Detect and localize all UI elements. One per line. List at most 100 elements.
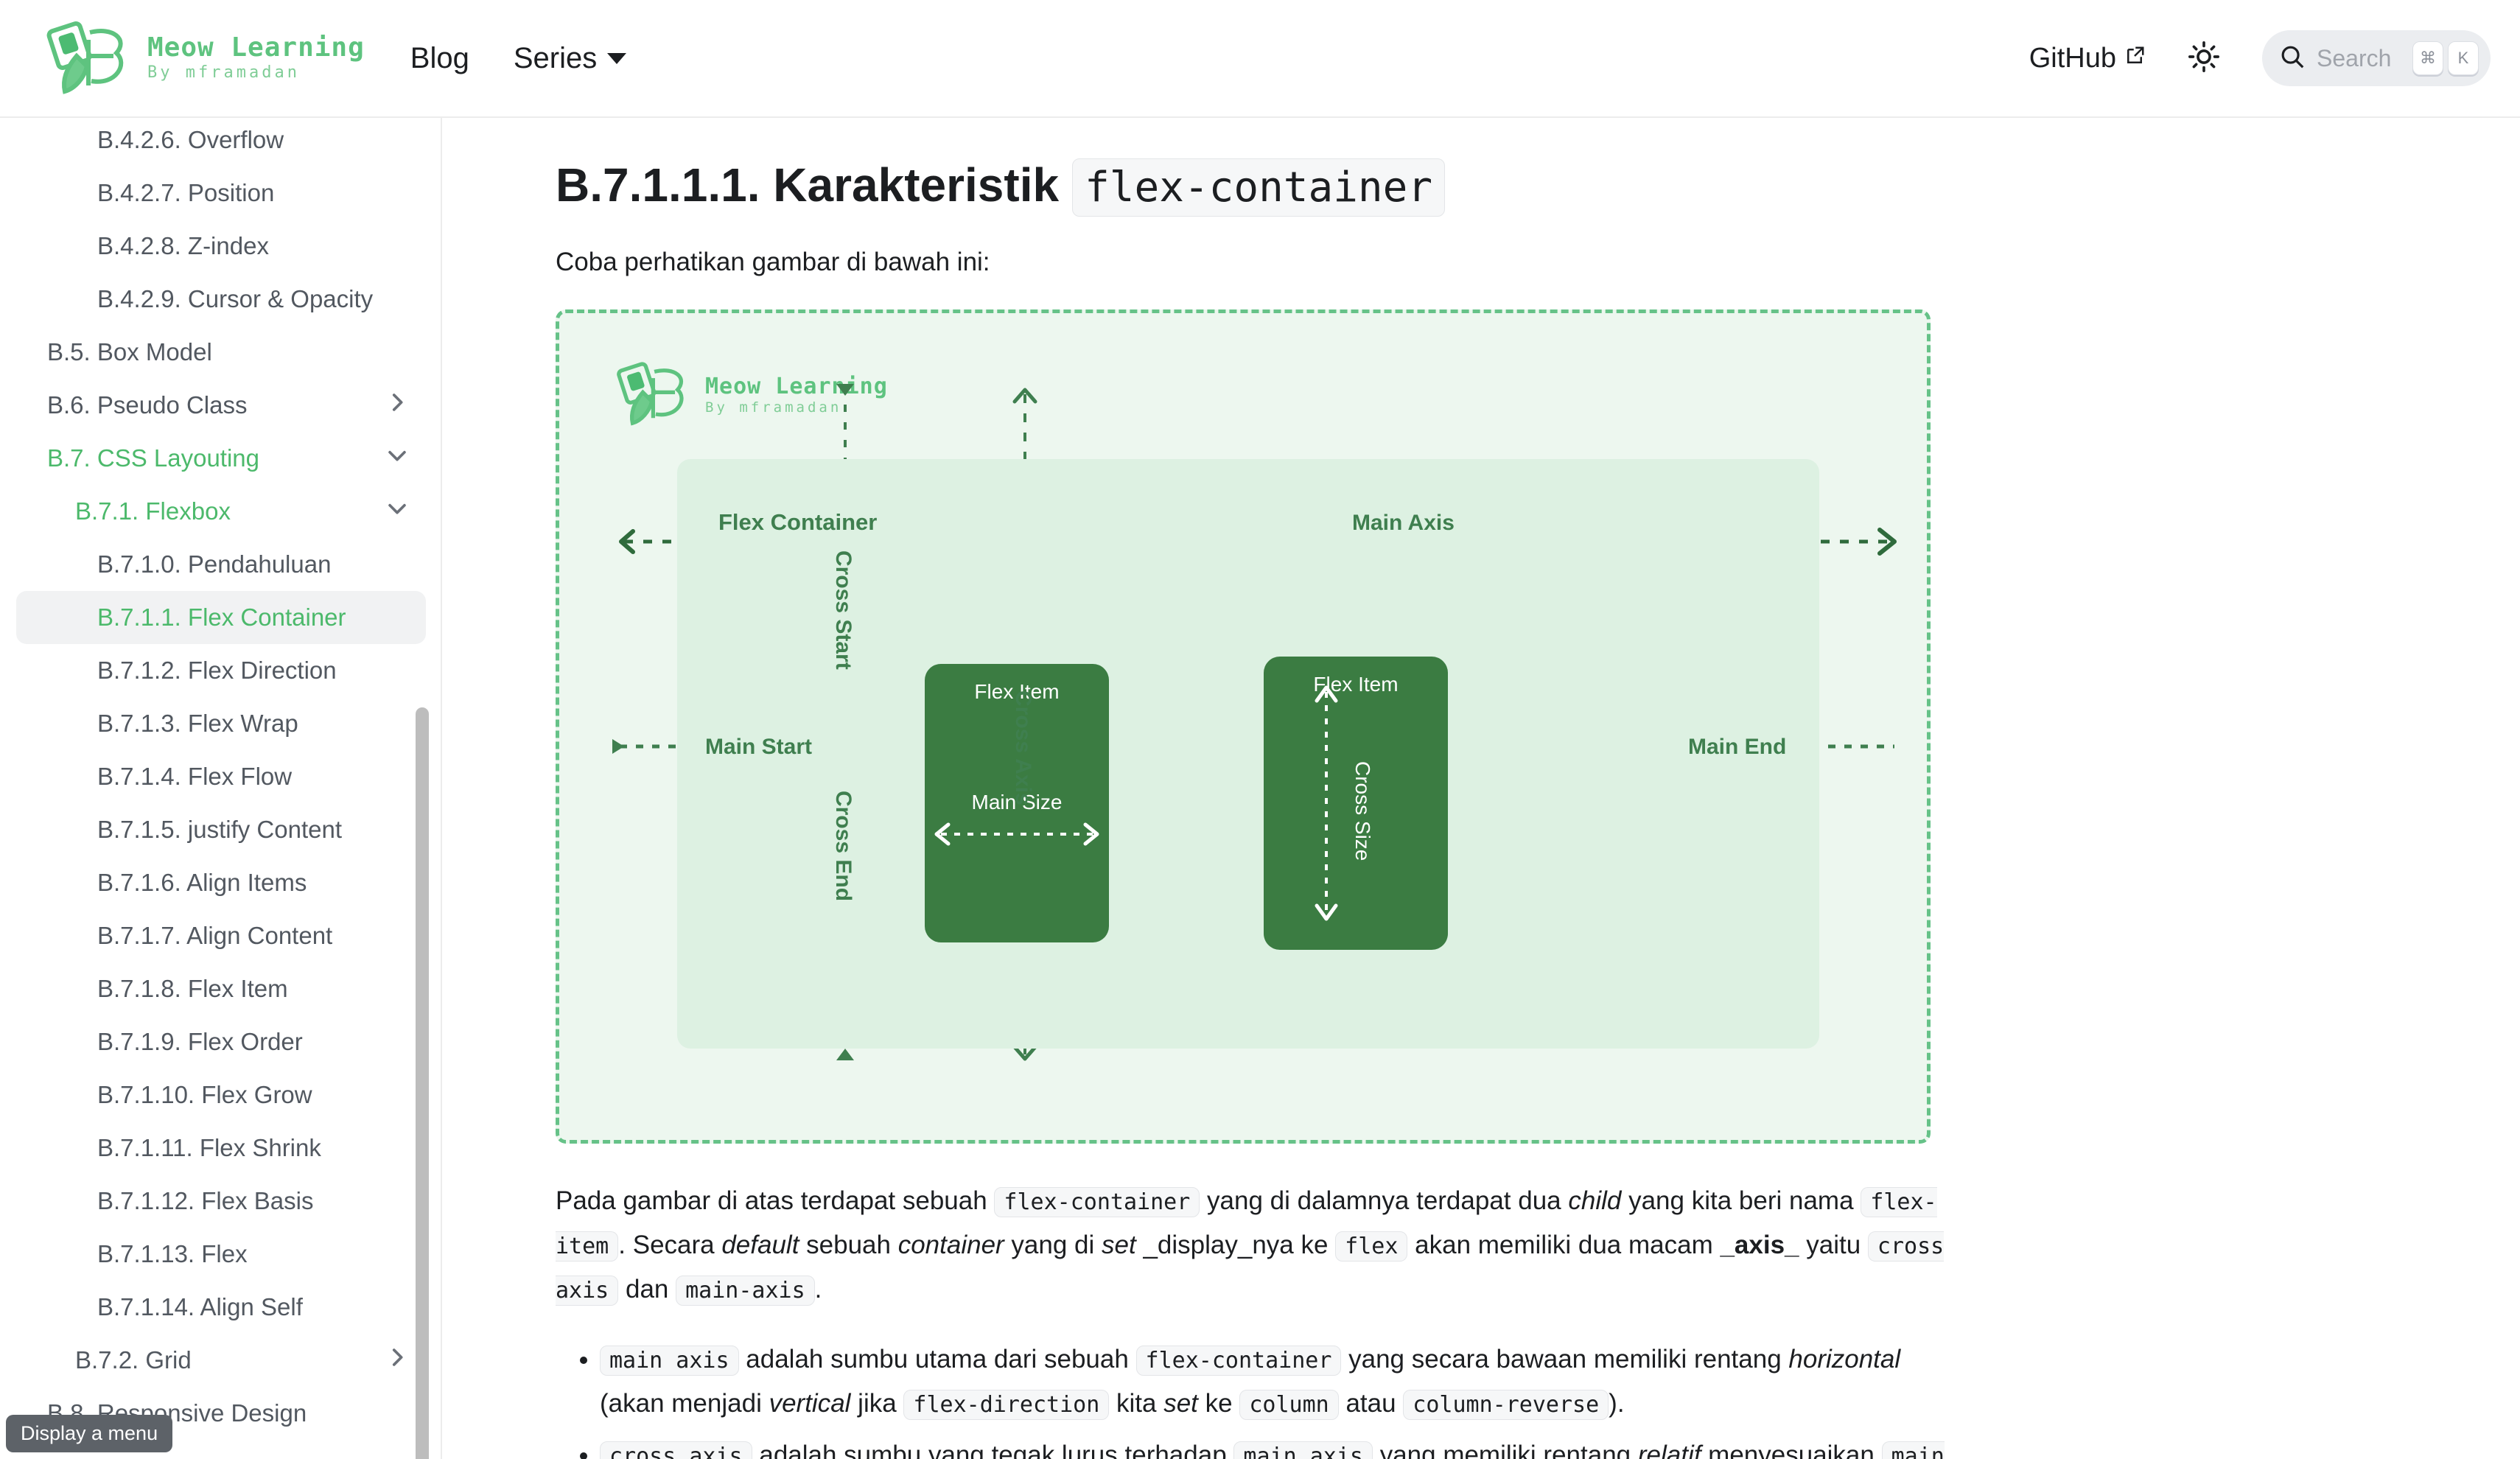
sidebar-item-label: B.7. CSS Layouting: [47, 444, 260, 472]
sidebar-item-2[interactable]: B.4.2.8. Z-index: [16, 220, 426, 273]
sidebar-item-5[interactable]: B.6. Pseudo Class: [16, 379, 426, 432]
chevron-down-icon: [607, 52, 627, 64]
text-run: _display_nya ke: [1135, 1231, 1336, 1260]
sidebar-item-8[interactable]: B.7.1.0. Pendahuluan: [16, 538, 426, 591]
sidebar-item-16[interactable]: B.7.1.8. Flex Item: [16, 962, 426, 1015]
sidebar-item-18[interactable]: B.7.1.10. Flex Grow: [16, 1068, 426, 1122]
cross-end-label: Cross End: [831, 791, 855, 902]
text-emphasis: set: [1102, 1231, 1136, 1260]
main-axis-label: Main Axis: [1352, 511, 1455, 535]
text-run: adalah sumbu yang tegak lurus terhadap: [752, 1440, 1234, 1459]
cross-start-label: Cross Start: [831, 550, 855, 670]
sidebar-item-label: B.7.1.13. Flex: [97, 1240, 248, 1267]
chevron-right-icon[interactable]: [385, 1345, 410, 1376]
text-run: Secara: [632, 1231, 722, 1260]
sidebar-item-label: B.7.1.0. Pendahuluan: [97, 550, 332, 578]
sidebar-item-14[interactable]: B.7.1.6. Align Items: [16, 856, 426, 909]
inline-code: flex-container: [1135, 1345, 1342, 1376]
nav-link-blog-label: Blog: [410, 41, 469, 74]
article-body: Pada gambar di atas terdapat sebuah flex…: [556, 1179, 1970, 1459]
github-link[interactable]: GitHub: [2029, 43, 2146, 74]
sidebar-item-21[interactable]: B.7.1.13. Flex: [16, 1228, 426, 1281]
tooltip: Display a menu: [6, 1415, 173, 1452]
kbd-key: K: [2448, 41, 2479, 75]
sidebar-item-23[interactable]: B.7.2. Grid: [16, 1334, 426, 1387]
main-size-arrow: [934, 822, 1099, 846]
search-icon: [2278, 43, 2306, 74]
sidebar-item-4[interactable]: B.5. Box Model: [16, 326, 426, 379]
chevron-down-icon[interactable]: [385, 443, 410, 474]
intro-paragraph: Coba perhatikan gambar di bawah ini:: [556, 248, 990, 276]
inline-code: column-reverse: [1403, 1389, 1609, 1420]
sidebar-item-label: B.7.2. Grid: [75, 1346, 192, 1374]
search-button[interactable]: Search ⌘ K: [2262, 30, 2491, 86]
sidebar-item-17[interactable]: B.7.1.9. Flex Order: [16, 1015, 426, 1068]
sidebar-item-3[interactable]: B.4.2.9. Cursor & Opacity: [16, 273, 426, 326]
text-run: yang kita beri nama: [1621, 1186, 1861, 1215]
inline-code: main-axis: [676, 1276, 815, 1306]
meow-learning-logo-icon: [46, 18, 136, 99]
sidebar-item-label: B.7.1.5. justify Content: [97, 816, 343, 843]
external-link-icon: [2124, 43, 2146, 74]
sidebar-item-label: B.7.1.8. Flex Item: [97, 975, 288, 1002]
main-content: B.7.1.1.1. Karakteristik flex-container …: [444, 119, 2520, 1459]
docs-sidebar: B.4.2.6. Overflow B.4.2.7. Position B.4.2.…: [0, 118, 442, 1459]
sidebar-item-7[interactable]: B.7.1. Flexbox: [16, 485, 426, 538]
text-run: dan: [618, 1275, 676, 1304]
sidebar-item-0[interactable]: B.4.2.6. Overflow: [16, 118, 426, 167]
text-run: .: [814, 1275, 822, 1304]
inline-code: main axis: [1233, 1441, 1373, 1459]
brand-logo-link[interactable]: Meow Learning By mframadan: [46, 18, 365, 99]
text-run: Pada gambar di atas terdapat sebuah: [556, 1186, 995, 1215]
primary-nav: Blog Series: [410, 42, 627, 75]
sidebar-item-label: B.7.1.2. Flex Direction: [97, 657, 337, 684]
brand-subtitle: By mframadan: [147, 63, 300, 83]
chevron-down-icon[interactable]: [385, 496, 410, 527]
sidebar-item-label: B.4.2.8. Z-index: [97, 232, 269, 259]
sidebar-item-label: B.7.1.11. Flex Shrink: [97, 1134, 321, 1161]
page-title-text: B.7.1.1.1. Karakteristik: [556, 158, 1060, 211]
inline-code: column: [1239, 1389, 1339, 1420]
bullet-list: main axis adalah sumbu utama dari sebuah…: [556, 1337, 1970, 1459]
sidebar-scrollbar-thumb[interactable]: [416, 707, 429, 1459]
inline-code: flex-container: [994, 1187, 1200, 1217]
text-run: jika: [850, 1388, 904, 1418]
header-actions: GitHub Search ⌘ K: [2029, 30, 2491, 86]
sidebar-item-label: B.4.2.9. Cursor & Opacity: [97, 285, 374, 312]
search-placeholder: Search: [2317, 44, 2392, 71]
nav-link-blog[interactable]: Blog: [410, 42, 469, 75]
sidebar-item-9[interactable]: B.7.1.1. Flex Container: [16, 591, 426, 644]
nav-link-series[interactable]: Series: [514, 42, 627, 75]
flex-item-2-label: Flex Item: [1313, 673, 1399, 696]
sidebar-item-13[interactable]: B.7.1.5. justify Content: [16, 803, 426, 856]
sidebar-item-15[interactable]: B.7.1.7. Align Content: [16, 909, 426, 962]
sidebar-item-label: B.7.1.4. Flex Flow: [97, 763, 293, 790]
sidebar-item-1[interactable]: B.4.2.7. Position: [16, 167, 426, 220]
chevron-right-icon[interactable]: [385, 390, 410, 421]
sidebar-item-19[interactable]: B.7.1.11. Flex Shrink: [16, 1122, 426, 1175]
sidebar-item-6[interactable]: B.7. CSS Layouting: [16, 432, 426, 485]
inline-code: flex-direction: [903, 1389, 1110, 1420]
sidebar-item-11[interactable]: B.7.1.3. Flex Wrap: [16, 697, 426, 750]
text-strong: _axis_: [1720, 1231, 1799, 1260]
cross-axis-label: Cross Axis: [1011, 690, 1035, 805]
sidebar-item-12[interactable]: B.7.1.4. Flex Flow: [16, 750, 426, 803]
text-run: kita: [1109, 1388, 1164, 1418]
text-emphasis: default: [721, 1231, 799, 1260]
inline-code: main axis: [600, 1345, 739, 1376]
theme-toggle-button[interactable]: [2177, 31, 2231, 85]
list-item: main axis adalah sumbu utama dari sebuah…: [600, 1337, 1970, 1426]
page-title-code: flex-container: [1072, 158, 1446, 217]
text-run: akan memiliki dua macam: [1407, 1231, 1721, 1260]
sidebar-item-label: B.7.1.10. Flex Grow: [97, 1081, 312, 1108]
text-emphasis: container: [897, 1231, 1004, 1260]
sidebar-item-label: B.5. Box Model: [47, 338, 212, 365]
sidebar-item-label: B.7.1. Flexbox: [75, 497, 231, 525]
text-emphasis: set: [1163, 1388, 1198, 1418]
text-run: yang memiliki rentang: [1372, 1440, 1638, 1459]
sidebar-item-20[interactable]: B.7.1.12. Flex Basis: [16, 1175, 426, 1228]
text-run: .: [618, 1231, 626, 1260]
sidebar-item-22[interactable]: B.7.1.14. Align Self: [16, 1281, 426, 1334]
sidebar-item-10[interactable]: B.7.1.2. Flex Direction: [16, 644, 426, 697]
flex-container-box: Flex Container Flex Item Main Size Flex …: [677, 459, 1819, 1049]
